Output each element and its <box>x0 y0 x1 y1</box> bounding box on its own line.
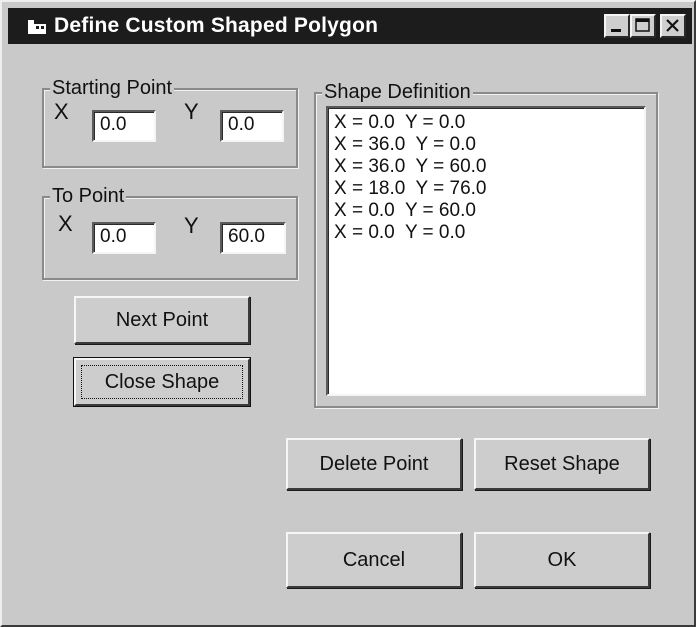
minimize-icon <box>611 29 621 32</box>
reset-shape-button[interactable]: Reset Shape <box>474 438 650 490</box>
maximize-button[interactable] <box>630 14 656 38</box>
to-x-label: X <box>58 211 73 236</box>
delete-point-button-label: Delete Point <box>319 452 429 475</box>
maximize-icon <box>635 18 650 32</box>
next-point-button-label: Next Point <box>115 308 209 331</box>
starting-x-input[interactable]: 0.0 <box>92 110 156 142</box>
title-bar[interactable]: Define Custom Shaped Polygon <box>8 8 692 44</box>
dialog-window: Define Custom Shaped Polygon Starting Po… <box>0 0 696 627</box>
close-button[interactable] <box>660 14 686 38</box>
starting-x-label: X <box>54 99 69 124</box>
focus-rectangle <box>81 365 243 399</box>
starting-y-input[interactable]: 0.0 <box>220 110 284 142</box>
window-title: Define Custom Shaped Polygon <box>54 14 379 37</box>
ok-button[interactable]: OK <box>474 532 650 588</box>
ok-button-label: OK <box>547 548 577 571</box>
list-item[interactable]: X = 36.0 Y = 0.0 <box>334 134 644 156</box>
list-item[interactable]: X = 0.0 Y = 60.0 <box>334 200 644 222</box>
list-item[interactable]: X = 0.0 Y = 0.0 <box>334 222 644 244</box>
close-icon <box>666 19 679 32</box>
starting-point-group: Starting Point X 0.0 Y 0.0 <box>42 76 298 168</box>
app-icon <box>28 20 46 34</box>
to-y-label: Y <box>184 213 199 238</box>
list-item[interactable]: X = 0.0 Y = 0.0 <box>334 112 644 134</box>
to-x-input[interactable]: 0.0 <box>92 222 156 254</box>
starting-y-label: Y <box>184 99 199 124</box>
next-point-button[interactable]: Next Point <box>74 296 250 344</box>
to-y-input[interactable]: 60.0 <box>220 222 286 254</box>
starting-point-label: Starting Point <box>50 76 175 100</box>
close-shape-button[interactable]: Close Shape <box>73 357 251 407</box>
cancel-button-label: Cancel <box>342 548 406 571</box>
minimize-button[interactable] <box>604 14 630 38</box>
shape-definition-label: Shape Definition <box>322 80 473 104</box>
reset-shape-button-label: Reset Shape <box>504 452 620 475</box>
delete-point-button[interactable]: Delete Point <box>286 438 462 490</box>
cancel-button[interactable]: Cancel <box>286 532 462 588</box>
to-point-label: To Point <box>50 184 127 208</box>
list-item[interactable]: X = 36.0 Y = 60.0 <box>334 156 644 178</box>
list-item[interactable]: X = 18.0 Y = 76.0 <box>334 178 644 200</box>
to-point-group: To Point X 0.0 Y 60.0 <box>42 184 298 280</box>
shape-definition-list[interactable]: X = 0.0 Y = 0.0 X = 36.0 Y = 0.0 X = 36.… <box>326 106 646 396</box>
